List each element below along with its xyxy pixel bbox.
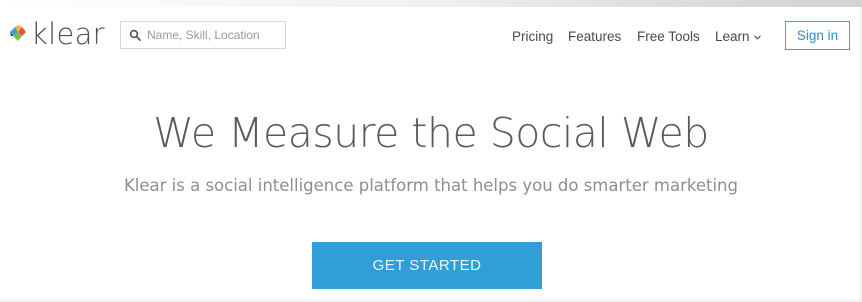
get-started-button[interactable]: GET STARTED [312,242,542,289]
nav-pricing-link[interactable]: Pricing [512,29,553,44]
nav-free-tools-link[interactable]: Free Tools [637,29,700,44]
nav-item-features[interactable]: Features [568,27,621,45]
logo-wordmark: klear [31,17,105,51]
bottom-edge-shadow [0,298,862,302]
nav-learn-link[interactable]: Learn [715,29,750,44]
hero-title: We Measure the Social Web [153,109,709,157]
sign-in-button[interactable]: Sign in [785,21,850,50]
logo-link[interactable]: klear [8,18,105,50]
search-box[interactable] [120,21,286,49]
klear-logo-icon [10,25,26,41]
search-input[interactable] [147,28,277,42]
chevron-down-icon [753,34,761,40]
hero-subtitle: Klear is a social intelligence platform … [123,176,738,195]
right-edge-shadow [858,7,862,302]
nav-item-free-tools[interactable]: Free Tools [637,27,700,45]
page: klear Pricing Features Free Tools Learn … [0,0,862,302]
site-header: klear Pricing Features Free Tools Learn … [0,7,862,65]
nav-features-link[interactable]: Features [568,29,621,44]
nav-item-pricing[interactable]: Pricing [512,27,553,45]
top-browser-strip [0,0,862,7]
search-icon [129,29,141,41]
nav-item-learn[interactable]: Learn [715,27,761,45]
